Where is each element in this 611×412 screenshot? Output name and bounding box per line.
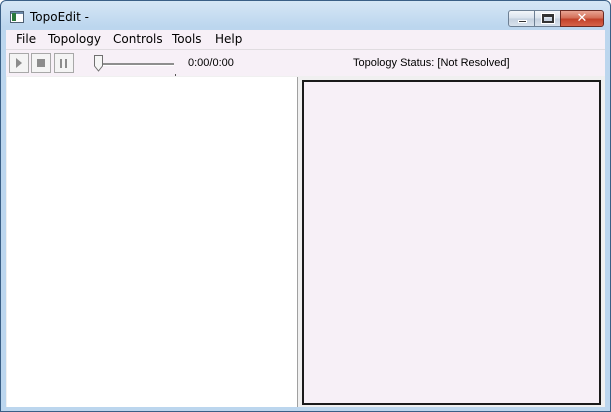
seek-slider-track[interactable] bbox=[98, 63, 174, 66]
menu-file[interactable]: File bbox=[15, 32, 37, 47]
topoedit-window: TopoEdit - ✕ File Topology Controls Tool… bbox=[0, 0, 611, 412]
seek-slider-tick bbox=[175, 74, 176, 76]
play-icon bbox=[16, 58, 22, 68]
topology-tree-pane[interactable] bbox=[7, 77, 297, 407]
client-area: File Topology Controls Tools Help 0:00/0… bbox=[6, 30, 605, 407]
close-button[interactable]: ✕ bbox=[560, 10, 604, 27]
app-icon[interactable] bbox=[10, 11, 24, 23]
playback-time: 0:00/0:00 bbox=[188, 57, 234, 69]
minimize-button[interactable] bbox=[508, 10, 535, 27]
menu-help[interactable]: Help bbox=[214, 32, 243, 47]
menu-bar: File Topology Controls Tools Help bbox=[6, 30, 605, 49]
transport-toolbar: 0:00/0:00 Topology Status: [Not Resolved… bbox=[6, 49, 605, 76]
pane-splitter[interactable] bbox=[297, 77, 301, 407]
maximize-button[interactable] bbox=[534, 10, 561, 27]
stop-icon bbox=[37, 59, 45, 67]
caption-buttons: ✕ bbox=[508, 10, 604, 28]
pause-icon bbox=[60, 59, 62, 68]
stop-button[interactable] bbox=[31, 53, 51, 73]
play-button[interactable] bbox=[9, 53, 29, 73]
menu-controls[interactable]: Controls bbox=[112, 32, 164, 47]
title-bar[interactable]: TopoEdit - ✕ bbox=[1, 1, 610, 30]
pause-button[interactable] bbox=[54, 53, 74, 73]
maximize-icon bbox=[541, 13, 555, 24]
topology-status: Topology Status: [Not Resolved] bbox=[353, 57, 510, 69]
close-icon: ✕ bbox=[576, 11, 588, 26]
menu-topology[interactable]: Topology bbox=[47, 32, 102, 47]
minimize-icon bbox=[518, 20, 527, 23]
seek-slider-thumb[interactable] bbox=[93, 55, 103, 72]
menu-tools[interactable]: Tools bbox=[171, 32, 203, 47]
window-title: TopoEdit - bbox=[30, 10, 89, 24]
topology-view-pane[interactable] bbox=[302, 80, 601, 405]
